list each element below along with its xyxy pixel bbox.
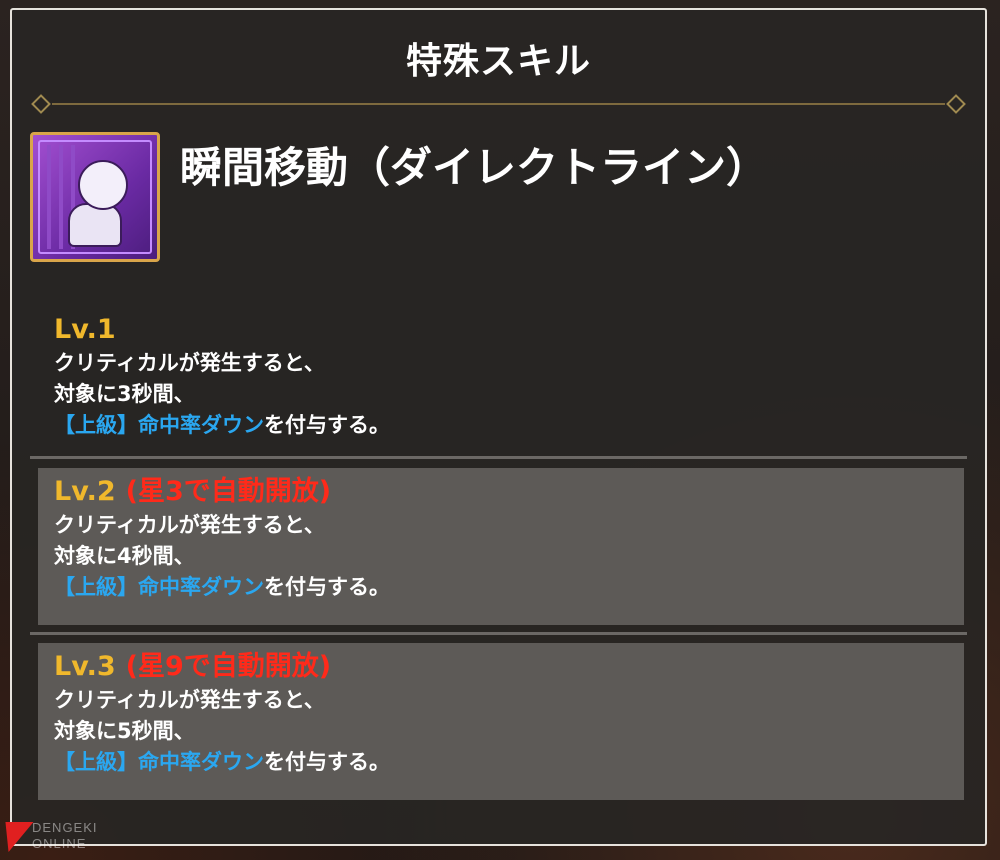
level-2-block: Lv.2 (星3で自動開放) クリティカルが発生すると、 対象に4秒間、 【上級】… [38,468,964,625]
level-label: Lv.3 [54,651,116,682]
level-separator [30,456,967,459]
effect-suffix: を付与する。 [264,750,390,774]
watermark-text: DENGEKI [32,820,98,835]
level-label: Lv.1 [54,314,116,345]
watermark-text: ONLINE [32,836,87,851]
diamond-ornament-icon [946,94,966,114]
level-desc-line2: 対象に3秒間、 [54,382,195,406]
effect-tag: 【上級】命中率ダウン [54,413,264,437]
divider-line [52,103,945,105]
skill-panel: 特殊スキル 瞬間移動（ダイレクトライン） Lv.1 クリティカルが発生すると、 … [10,8,987,846]
level-label: Lv.2 [54,476,116,507]
effect-tag: 【上級】命中率ダウン [54,750,264,774]
title-divider [30,94,967,114]
panel-title: 特殊スキル [405,41,591,82]
level-desc-line1: クリティカルが発生すると、 [54,688,325,712]
effect-suffix: を付与する。 [264,575,390,599]
level-desc-line1: クリティカルが発生すると、 [54,513,325,537]
level-desc-line2: 対象に4秒間、 [54,544,195,568]
unlock-condition: (星3で自動開放) [125,476,332,507]
level-desc-line1: クリティカルが発生すると、 [54,351,325,375]
effect-tag: 【上級】命中率ダウン [54,575,264,599]
diamond-ornament-icon [31,94,51,114]
watermark-logo: DENGEKI ONLINE [0,820,160,854]
level-desc-line2: 対象に5秒間、 [54,719,195,743]
ghost-icon [30,132,160,262]
skill-name: 瞬間移動（ダイレクトライン） [180,143,769,192]
lightning-icon [0,822,34,852]
level-1-block: Lv.1 クリティカルが発生すると、 対象に3秒間、 【上級】命中率ダウンを付与… [38,306,964,447]
effect-suffix: を付与する。 [264,413,390,437]
level-separator [30,632,967,635]
level-3-block: Lv.3 (星9で自動開放) クリティカルが発生すると、 対象に5秒間、 【上級】… [38,643,964,800]
unlock-condition: (星9で自動開放) [125,651,332,682]
